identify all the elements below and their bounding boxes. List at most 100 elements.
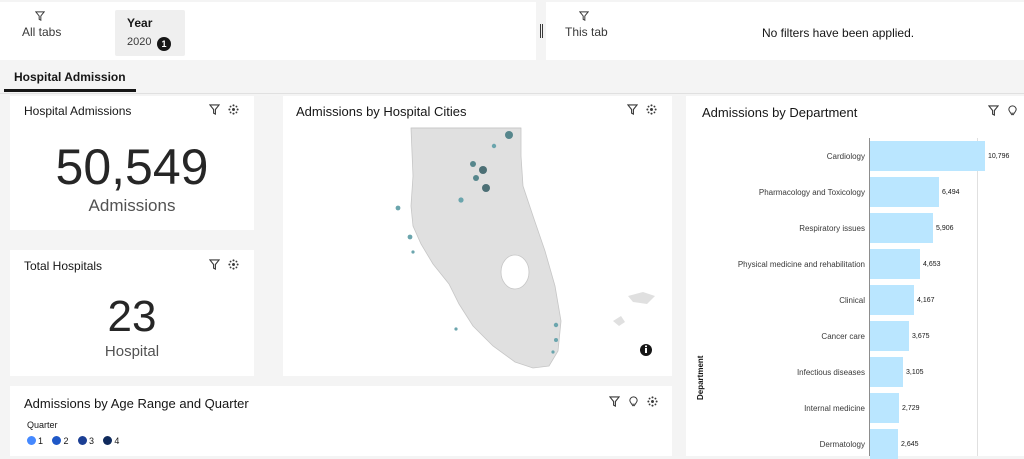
cluster-icon[interactable]: [228, 259, 239, 270]
map-island: [628, 292, 655, 304]
department-axis-label: Department: [696, 355, 705, 400]
legend-item-q4[interactable]: 4: [103, 436, 119, 446]
bar-category-label: Pharmacology and Toxicology: [758, 188, 865, 197]
this-tab-label: This tab: [565, 25, 608, 39]
legend-label: 1: [38, 435, 44, 446]
bar-category-label: Dermatology: [819, 440, 865, 449]
year-filter-value: 2020: [127, 36, 152, 48]
department-card[interactable]: Admissions by Department Department Card…: [686, 96, 1024, 459]
map-card[interactable]: Admissions by Hospital Cities: [283, 96, 672, 376]
bar-value-label: 4,167: [917, 297, 935, 304]
bar-category-label: Physical medicine and rehabilitation: [737, 260, 865, 269]
department-bar[interactable]: [870, 393, 899, 423]
bar-value-label: 2,645: [901, 441, 919, 448]
hospitals-value: 23: [107, 292, 157, 341]
admissions-unit: Admissions: [88, 196, 176, 215]
tab-hospital-admission[interactable]: Hospital Admission: [4, 68, 136, 92]
global-filter-panel: [0, 2, 536, 60]
bar-category-label: Cardiology: [826, 152, 865, 161]
hospitals-unit: Hospital: [104, 343, 160, 360]
legend-item-q2[interactable]: 2: [52, 436, 68, 446]
filter-icon[interactable]: [209, 104, 220, 115]
bar-value-label: 2,729: [902, 405, 920, 412]
department-bar[interactable]: [870, 141, 985, 171]
bar-category-label: Internal medicine: [804, 404, 865, 413]
admissions-kpi-card[interactable]: Hospital Admissions 50,549 Admissions: [10, 96, 254, 230]
filter-icon[interactable]: [988, 105, 999, 116]
map-city-dot[interactable]: [473, 175, 479, 181]
bar-value-label: 10,796: [988, 153, 1010, 160]
filter-icon: [579, 11, 589, 21]
department-bar[interactable]: [870, 357, 903, 387]
age-range-card[interactable]: Admissions by Age Range and Quarter Quar…: [10, 386, 672, 456]
map-landmass: [410, 127, 562, 369]
lightbulb-icon[interactable]: [628, 396, 639, 407]
card-title: Admissions by Age Range and Quarter: [24, 396, 249, 411]
map-city-dot[interactable]: [407, 234, 413, 240]
panel-resize-handle[interactable]: [540, 24, 543, 38]
grid-line: [977, 138, 978, 456]
map-city-dot[interactable]: [551, 350, 555, 354]
bar-category-label: Respiratory issues: [799, 224, 865, 233]
map-island: [613, 316, 625, 326]
bar-value-label: 4,653: [923, 261, 941, 268]
all-tabs-label: All tabs: [22, 25, 62, 39]
legend-label: 4: [114, 435, 120, 446]
cluster-icon[interactable]: [228, 104, 239, 115]
department-bar[interactable]: [870, 429, 898, 459]
bar-category-label: Cancer care: [821, 332, 865, 341]
legend-swatch: [77, 436, 87, 445]
filter-icon[interactable]: [609, 396, 620, 407]
filter-icon[interactable]: [209, 259, 220, 270]
no-filters-text: No filters have been applied.: [762, 26, 915, 40]
lightbulb-icon[interactable]: [1007, 105, 1018, 116]
map-city-dot[interactable]: [458, 197, 464, 203]
admissions-value: 50,549: [55, 139, 209, 195]
map-city-dot[interactable]: [411, 250, 415, 254]
card-title: Admissions by Hospital Cities: [296, 104, 467, 119]
tab-strip: [0, 62, 1024, 94]
legend-label: 3: [88, 435, 94, 446]
bar-category-label: Infectious diseases: [796, 368, 865, 377]
department-bar[interactable]: [870, 249, 920, 279]
bar-category-label: Clinical: [839, 296, 865, 305]
year-filter-label: Year: [127, 16, 153, 30]
map-city-dot[interactable]: [454, 327, 458, 331]
legend-swatch: [27, 436, 36, 445]
legend-title: Quarter: [27, 420, 58, 430]
map-city-dot[interactable]: [470, 161, 476, 167]
map-city-dot[interactable]: [553, 322, 559, 328]
department-bar[interactable]: [870, 321, 909, 351]
legend-swatch: [52, 436, 62, 445]
map-city-dot[interactable]: [554, 338, 558, 342]
year-filter-count-badge: 1: [157, 37, 171, 51]
bar-value-label: 5,906: [936, 225, 954, 232]
department-bar[interactable]: [870, 213, 933, 243]
info-icon[interactable]: [640, 344, 652, 356]
quarter-legend: 1 2 3 4: [27, 432, 124, 450]
bar-value-label: 3,675: [912, 333, 930, 340]
cluster-icon[interactable]: [647, 396, 658, 407]
map-city-dot[interactable]: [482, 184, 490, 192]
card-title: Hospital Admissions: [24, 104, 132, 118]
department-bar[interactable]: [870, 177, 939, 207]
lake-okeechobee: [500, 254, 530, 290]
map-city-dot[interactable]: [395, 205, 401, 211]
legend-label: 2: [63, 435, 69, 446]
department-bar[interactable]: [870, 285, 914, 315]
filter-icon[interactable]: [627, 104, 638, 115]
legend-item-q3[interactable]: 3: [77, 435, 94, 446]
map-city-dot[interactable]: [491, 143, 497, 149]
cluster-icon[interactable]: [646, 104, 657, 115]
hospitals-kpi-card[interactable]: Total Hospitals 23 Hospital: [10, 250, 254, 376]
florida-map[interactable]: [283, 126, 672, 376]
legend-item-q1[interactable]: 1: [27, 436, 43, 446]
card-title: Admissions by Department: [702, 105, 858, 120]
bar-value-label: 6,494: [942, 189, 960, 196]
legend-swatch: [103, 436, 113, 445]
filter-icon: [35, 11, 45, 21]
card-title: Total Hospitals: [24, 259, 103, 273]
map-city-dot[interactable]: [479, 166, 487, 174]
bar-value-label: 3,105: [906, 369, 924, 376]
map-city-dot[interactable]: [505, 131, 513, 139]
